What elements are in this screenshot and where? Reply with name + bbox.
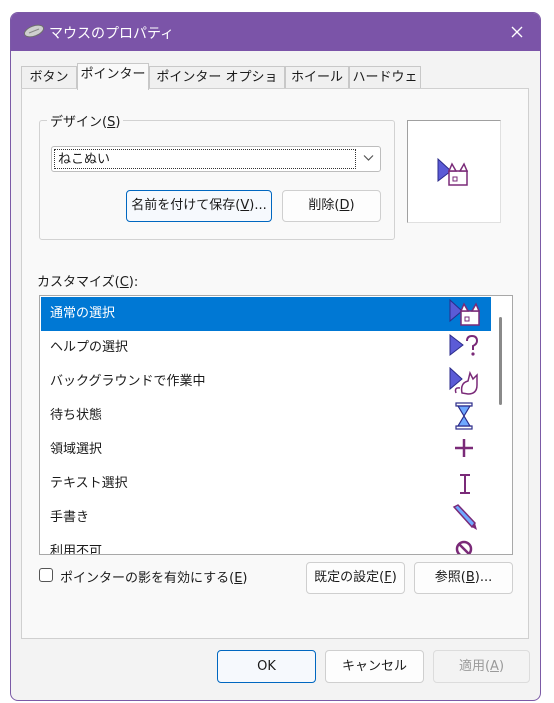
tab-wheel[interactable]: ホイール <box>285 66 349 89</box>
scrollbar-thumb[interactable] <box>499 317 502 405</box>
tab-buttons[interactable]: ボタン <box>21 66 77 89</box>
pointer-shadow-label: ポインターの影を有効にする(E) <box>60 571 248 586</box>
mouse-properties-dialog: マウスのプロパティ ボタン ポインター ポインター オプション ホイール ハード… <box>10 12 541 701</box>
close-button[interactable] <box>494 13 540 51</box>
apply-button[interactable]: 適用(A) <box>433 650 530 683</box>
unavailable-icon <box>455 540 473 554</box>
handwriting-pen-icon <box>452 504 477 530</box>
normal-select-cursor-icon <box>437 157 469 186</box>
delete-button[interactable]: 削除(D) <box>282 190 381 222</box>
ok-button[interactable]: OK <box>217 650 316 683</box>
tab-pointer-options[interactable]: ポインター オプション <box>149 66 285 107</box>
mouse-icon <box>23 24 45 38</box>
title-bar: マウスのプロパティ <box>11 13 540 51</box>
chevron-down-icon <box>363 155 374 161</box>
list-item[interactable]: ヘルプの選択 <box>41 331 491 365</box>
customize-label: カスタマイズ(C): <box>37 275 139 290</box>
pointer-preview <box>407 120 501 223</box>
pointer-list-scrollbar[interactable] <box>491 297 511 553</box>
use-default-button[interactable]: 既定の設定(F) <box>306 562 405 594</box>
pointers-tab-panel: デザイン(S) ねこぬい 名前を付けて保存(V)... 削除(D) カスタマイズ… <box>21 88 529 639</box>
scheme-group-label: デザイン(S) <box>47 111 124 130</box>
save-as-button[interactable]: 名前を付けて保存(V)... <box>126 190 272 222</box>
list-item[interactable]: 利用不可 <box>41 535 491 554</box>
scheme-dropdown[interactable]: ねこぬい <box>51 146 381 172</box>
list-item[interactable]: 領域選択 <box>41 433 491 467</box>
working-in-background-cursor-icon <box>449 367 478 395</box>
cancel-button[interactable]: キャンセル <box>325 650 424 683</box>
precision-select-cross-icon <box>455 439 473 457</box>
pointer-shadow-checkbox[interactable] <box>39 568 53 582</box>
browse-button[interactable]: 参照(B)... <box>414 562 513 594</box>
tab-hardware[interactable]: ハードウェア <box>349 66 421 107</box>
list-item[interactable]: バックグラウンドで作業中 <box>41 365 491 399</box>
scheme-group <box>39 120 395 240</box>
close-icon <box>511 26 523 38</box>
tab-pointers[interactable]: ポインター <box>77 63 149 90</box>
window-title: マウスのプロパティ <box>49 26 175 42</box>
busy-hourglass-cursor-icon <box>455 402 473 430</box>
list-item[interactable]: テキスト選択 <box>41 467 491 501</box>
list-item[interactable]: 通常の選択 <box>41 297 491 331</box>
scheme-dropdown-value: ねこぬい <box>54 149 356 169</box>
normal-select-cursor-icon <box>449 299 480 326</box>
help-select-cursor-icon <box>449 333 479 357</box>
list-item[interactable]: 待ち状態 <box>41 399 491 433</box>
text-select-ibeam-icon <box>460 474 470 494</box>
list-item[interactable]: 手書き <box>41 501 491 535</box>
pointer-list[interactable]: 通常の選択 ヘルプの選択 バックグラウンドで作業中 待ち状態 領域選択 テキスト… <box>39 295 513 555</box>
